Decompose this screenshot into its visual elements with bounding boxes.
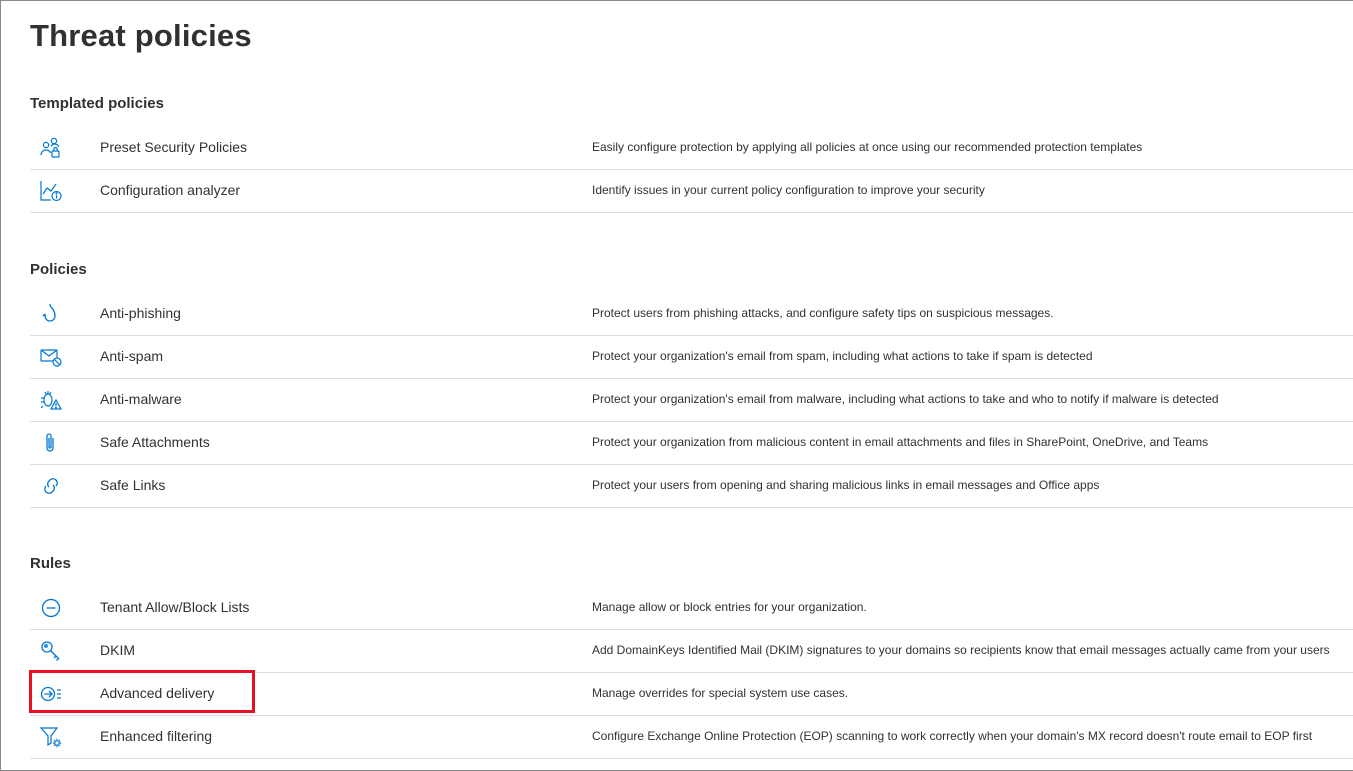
row-name: Tenant Allow/Block Lists (100, 599, 250, 615)
row-description: Add DomainKeys Identified Mail (DKIM) si… (592, 643, 1330, 657)
row-safe-attachments[interactable]: Safe Attachments Protect your organizati… (30, 421, 1353, 465)
row-configuration-analyzer[interactable]: Configuration analyzer Identify issues i… (30, 169, 1353, 213)
row-anti-spam[interactable]: Anti-spam Protect your organization's em… (30, 335, 1353, 379)
row-name: DKIM (100, 642, 135, 658)
row-description: Manage overrides for special system use … (592, 686, 849, 700)
row-name: Anti-phishing (100, 305, 181, 321)
row-preset-security-policies[interactable]: Preset Security Policies Easily configur… (30, 126, 1353, 170)
row-anti-malware[interactable]: Anti-malware Protect your organization's… (30, 378, 1353, 422)
row-description: Protect your organization from malicious… (592, 435, 1209, 449)
row-description: Protect users from phishing attacks, and… (592, 306, 1054, 320)
row-name: Preset Security Policies (100, 139, 248, 155)
row-name: Safe Attachments (100, 434, 210, 450)
row-anti-phishing[interactable]: Anti-phishing Protect users from phishin… (30, 292, 1353, 336)
link-icon (39, 474, 63, 498)
filter-gear-icon (39, 725, 63, 749)
row-description: Protect your organization's email from s… (592, 349, 1093, 363)
row-description: Manage allow or block entries for your o… (592, 600, 867, 614)
row-name: Enhanced filtering (100, 728, 213, 744)
people-lock-icon (39, 136, 63, 160)
section-title-policies: Policies (30, 261, 87, 278)
row-name: Anti-malware (100, 391, 182, 407)
bug-warning-icon (39, 388, 63, 412)
row-name: Configuration analyzer (100, 182, 241, 198)
row-name: Anti-spam (100, 348, 164, 364)
row-dkim[interactable]: DKIM Add DomainKeys Identified Mail (DKI… (30, 629, 1353, 673)
row-enhanced-filtering[interactable]: Enhanced filtering Configure Exchange On… (30, 715, 1353, 759)
row-name: Safe Links (100, 477, 166, 493)
row-name: Advanced delivery (100, 685, 215, 701)
mail-blocked-icon (39, 345, 63, 369)
section-title-templated: Templated policies (30, 95, 164, 112)
row-description: Protect your users from opening and shar… (592, 478, 1100, 492)
paperclip-icon (39, 431, 63, 455)
chart-info-icon (39, 179, 63, 203)
row-safe-links[interactable]: Safe Links Protect your users from openi… (30, 464, 1353, 508)
row-description: Configure Exchange Online Protection (EO… (592, 729, 1313, 743)
page-title: Threat policies (30, 18, 252, 53)
row-description: Protect your organization's email from m… (592, 392, 1219, 406)
section-title-rules: Rules (30, 555, 71, 572)
block-circle-icon (39, 596, 63, 620)
row-description: Easily configure protection by applying … (592, 140, 1143, 154)
key-icon (39, 639, 63, 663)
fish-hook-icon (39, 302, 63, 326)
arrow-list-icon (39, 682, 63, 706)
row-description: Identify issues in your current policy c… (592, 183, 985, 197)
row-tenant-allow-block-lists[interactable]: Tenant Allow/Block Lists Manage allow or… (30, 586, 1353, 630)
row-advanced-delivery[interactable]: Advanced delivery Manage overrides for s… (30, 672, 1353, 716)
